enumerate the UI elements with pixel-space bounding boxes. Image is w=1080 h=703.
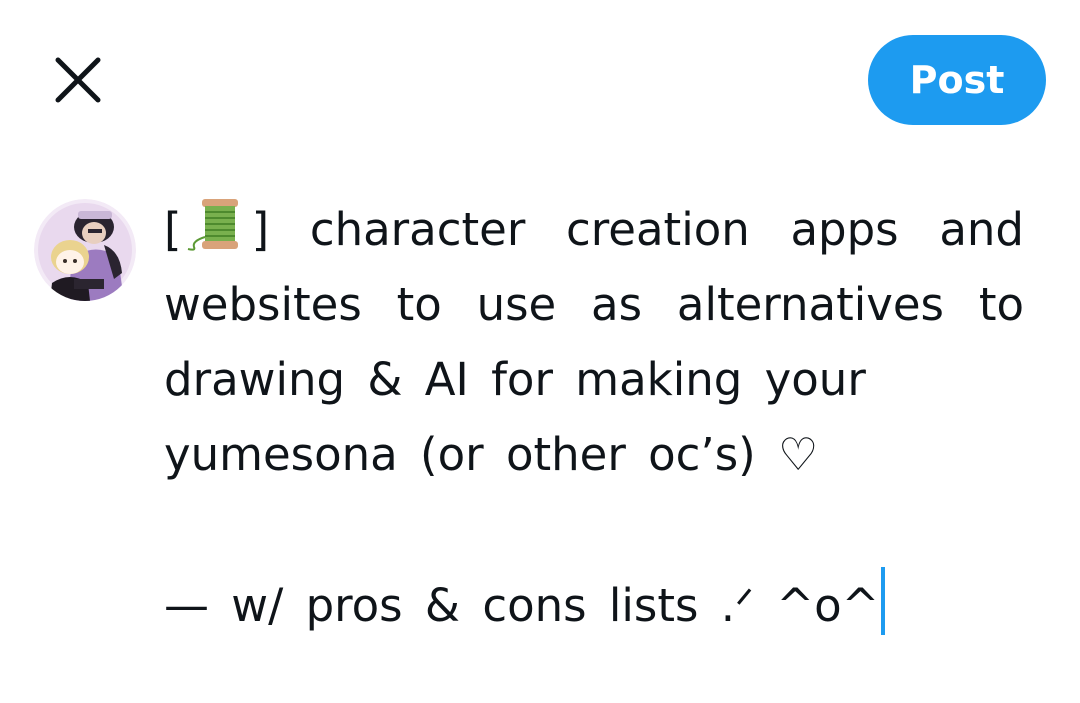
composer-line-5: — w/ pros & cons lists .ᐟ ^o^ (164, 567, 1044, 643)
composer-line-4: yumesona (or other oc’s) ♡ (164, 428, 819, 481)
composer-line-3: drawing & AI for making your (164, 353, 866, 406)
composer-line-1-text: character creation apps and (309, 203, 1024, 256)
bracket-close: ] (251, 203, 270, 256)
close-icon (55, 57, 101, 103)
composer-line-5-text: — w/ pros & cons lists .ᐟ ^o^ (164, 579, 880, 632)
close-button[interactable] (48, 50, 108, 110)
composer-line-1: [ ] character creation apps and (164, 192, 1024, 267)
post-composer[interactable]: [ ] character creation apps and websites… (164, 192, 1044, 643)
text-caret (881, 567, 886, 635)
avatar-image (34, 199, 136, 301)
post-button[interactable]: Post (868, 35, 1046, 125)
composer-line-2: websites to use as alternatives to (164, 278, 1024, 331)
composer-blank-line (164, 492, 1044, 567)
bracket-open: [ (164, 203, 182, 256)
avatar[interactable] (34, 199, 136, 301)
thread-spool-icon (182, 197, 252, 253)
